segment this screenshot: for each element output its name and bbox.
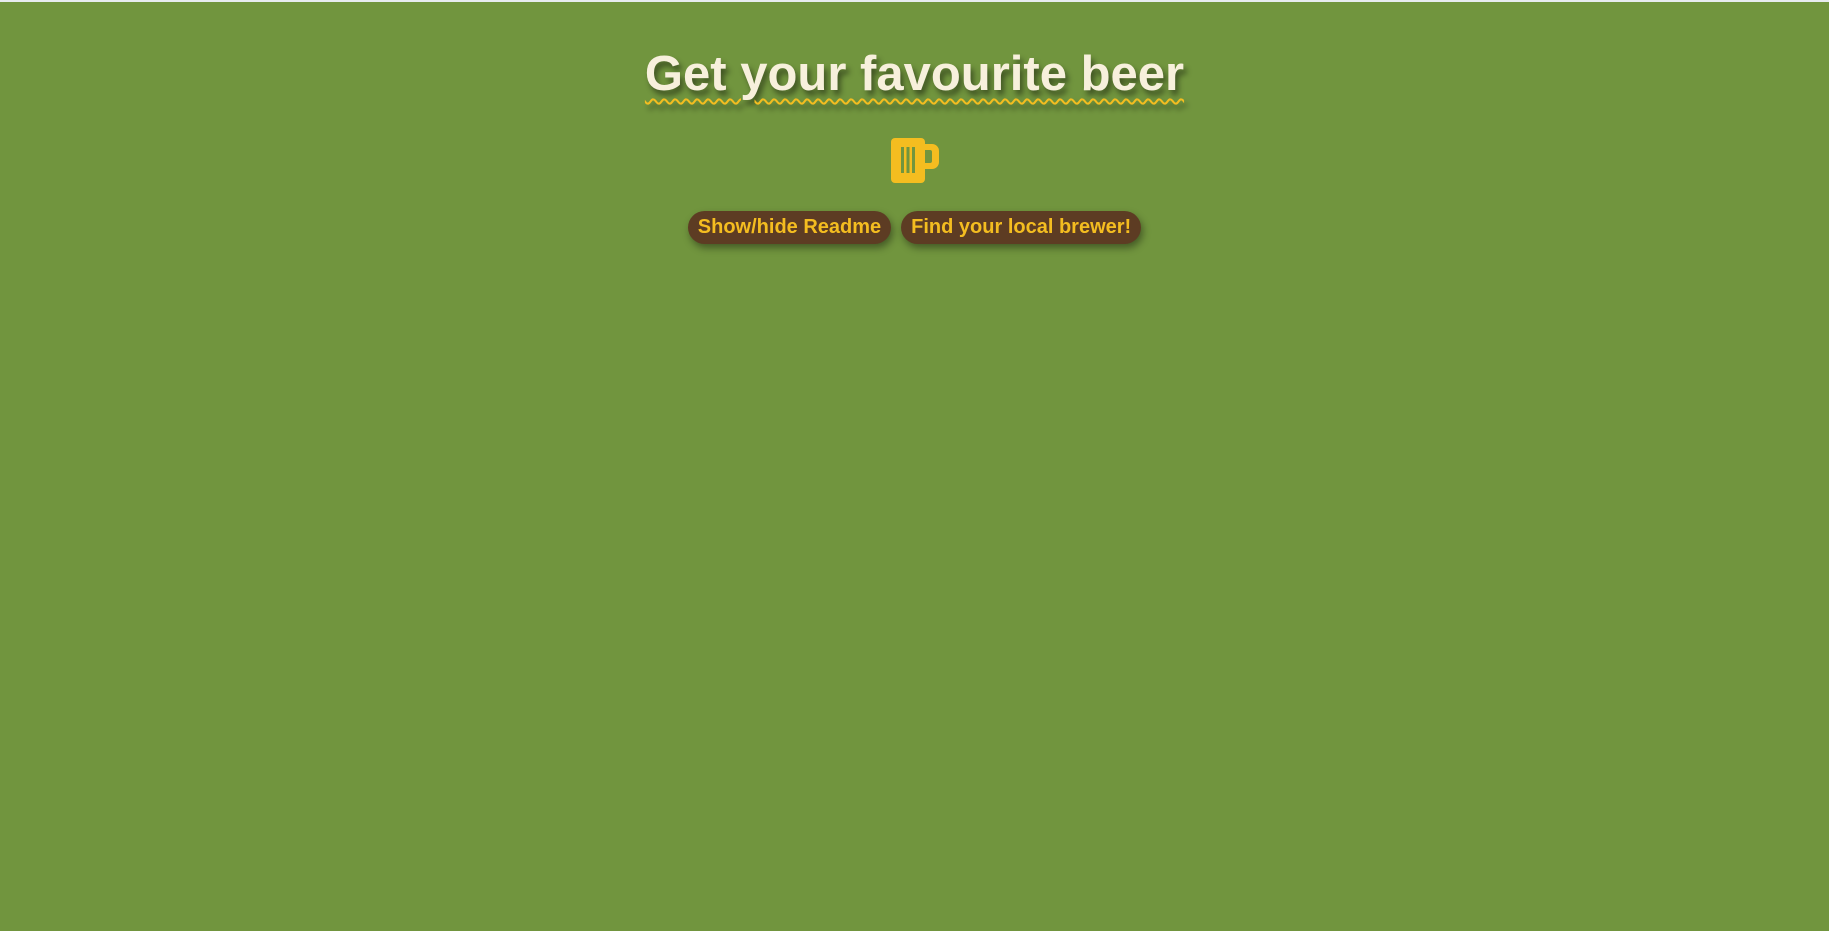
beer-icon-container bbox=[0, 138, 1829, 184]
beer-mug-icon bbox=[890, 138, 939, 183]
show-hide-readme-button[interactable]: Show/hide Readme bbox=[687, 211, 892, 244]
page: Get your favourite beer Show/hide Readme… bbox=[0, 2, 1829, 931]
page-title: Get your favourite beer bbox=[644, 47, 1185, 101]
action-buttons: Show/hide Readme Find your local brewer! bbox=[0, 211, 1829, 244]
find-local-brewer-button[interactable]: Find your local brewer! bbox=[901, 211, 1142, 244]
